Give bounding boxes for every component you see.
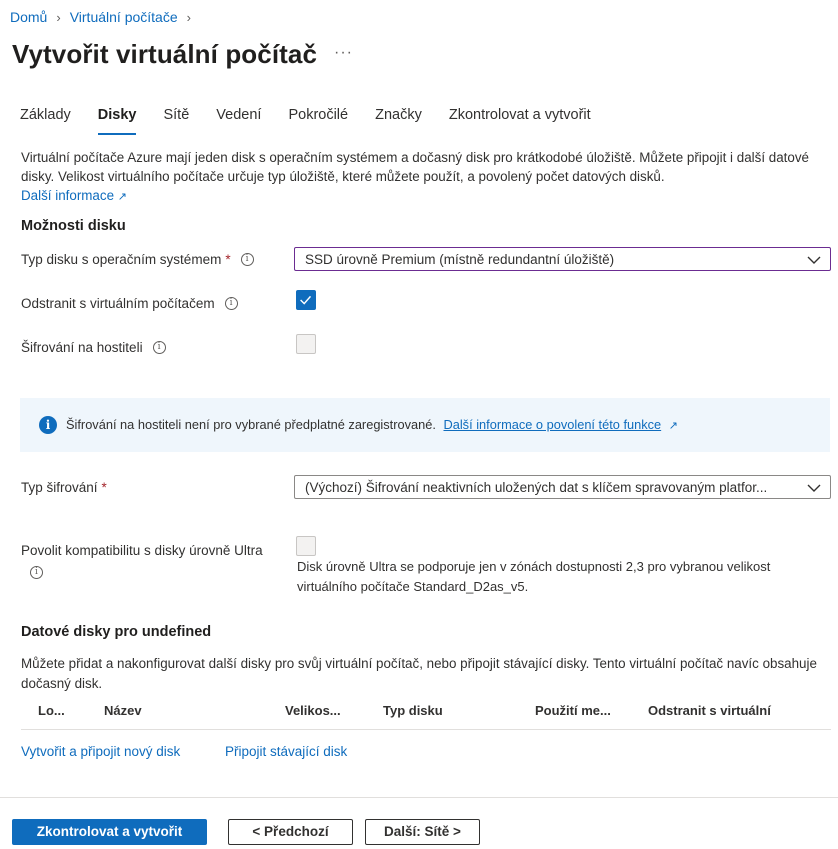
column-header-disk-type[interactable]: Typ disku bbox=[383, 703, 443, 718]
intro-description: Virtuální počítače Azure mají jeden disk… bbox=[21, 148, 821, 207]
data-disks-description: Můžete přidat a nakonfigurovat další dis… bbox=[21, 656, 817, 691]
page-title: Vytvořit virtuální počítač bbox=[12, 39, 318, 69]
delete-with-vm-checkbox[interactable] bbox=[296, 290, 316, 310]
review-create-button[interactable]: Zkontrolovat a vytvořit bbox=[12, 819, 207, 845]
encryption-type-dropdown[interactable]: (Výchozí) Šifrování neaktivních uloženýc… bbox=[294, 475, 831, 499]
info-icon[interactable]: i bbox=[240, 253, 254, 266]
chevron-right-icon: › bbox=[56, 9, 61, 25]
breadcrumb-home-link[interactable]: Domů bbox=[10, 9, 47, 25]
column-header-size[interactable]: Velikos... bbox=[285, 703, 341, 718]
checkmark-icon bbox=[300, 295, 312, 305]
data-disks-heading: Datové disky pro undefined bbox=[21, 624, 212, 640]
disk-options-heading: Možnosti disku bbox=[21, 218, 126, 234]
info-icon[interactable]: i bbox=[152, 341, 166, 354]
ultra-compat-label: Povolit kompatibilitu s disky úrovně Ult… bbox=[21, 543, 263, 579]
external-link-icon: ↗ bbox=[117, 191, 127, 203]
chevron-down-icon bbox=[807, 484, 821, 492]
breadcrumb-vms-link[interactable]: Virtuální počítače bbox=[70, 9, 178, 25]
column-header-host-caching[interactable]: Použití me... bbox=[535, 703, 611, 718]
tab-tags[interactable]: Značky bbox=[375, 107, 422, 135]
breadcrumb: Domů › Virtuální počítače › bbox=[10, 9, 200, 25]
info-circle-icon: i bbox=[39, 416, 57, 434]
learn-more-link[interactable]: Další informace ↗ bbox=[21, 188, 127, 203]
previous-button[interactable]: < Předchozí bbox=[228, 819, 353, 845]
host-encryption-checkbox[interactable] bbox=[296, 334, 316, 354]
tab-networking[interactable]: Sítě bbox=[163, 107, 189, 135]
chevron-down-icon bbox=[807, 256, 821, 264]
os-disk-type-label: Typ disku s operačním systémem * i bbox=[21, 252, 254, 267]
enable-feature-learn-more-link[interactable]: Další informace o povolení této funkce bbox=[443, 417, 661, 432]
column-header-lun[interactable]: Lo... bbox=[38, 703, 65, 718]
attach-existing-disk-link[interactable]: Připojit stávající disk bbox=[225, 744, 347, 759]
table-divider bbox=[21, 729, 831, 730]
os-disk-type-dropdown[interactable]: SSD úrovně Premium (místně redundantní ú… bbox=[294, 247, 831, 271]
info-icon[interactable]: i bbox=[224, 297, 238, 310]
info-icon[interactable]: i bbox=[30, 566, 43, 579]
tab-review-create[interactable]: Zkontrolovat a vytvořit bbox=[449, 107, 591, 135]
ultra-compat-note: Disk úrovně Ultra se podporuje jen v zón… bbox=[297, 559, 771, 594]
next-networking-button[interactable]: Další: Sítě > bbox=[365, 819, 480, 845]
create-attach-disk-link[interactable]: Vytvořit a připojit nový disk bbox=[21, 744, 180, 759]
delete-with-vm-label: Odstranit s virtuálním počítačem i bbox=[21, 296, 238, 311]
footer-divider bbox=[0, 797, 838, 798]
tab-basics[interactable]: Základy bbox=[20, 107, 71, 135]
chevron-right-icon: › bbox=[186, 9, 191, 25]
column-header-delete-with-vm[interactable]: Odstranit s virtuální bbox=[648, 703, 778, 718]
tab-bar: Základy Disky Sítě Vedení Pokročilé Znač… bbox=[20, 107, 618, 135]
column-header-name[interactable]: Název bbox=[104, 703, 142, 718]
tab-disks[interactable]: Disky bbox=[97, 107, 137, 135]
tab-advanced[interactable]: Pokročilé bbox=[288, 107, 348, 135]
info-banner: i Šifrování na hostiteli není pro vybran… bbox=[20, 398, 830, 452]
more-options-button[interactable]: ··· bbox=[334, 44, 353, 62]
host-encryption-label: Šifrování na hostiteli i bbox=[21, 340, 166, 355]
encryption-type-label: Typ šifrování * bbox=[21, 480, 107, 495]
banner-text: Šifrování na hostiteli není pro vybrané … bbox=[66, 417, 436, 432]
tab-management[interactable]: Vedení bbox=[216, 107, 261, 135]
intro-text: Virtuální počítače Azure mají jeden disk… bbox=[21, 150, 809, 184]
ultra-compat-checkbox[interactable] bbox=[296, 536, 316, 556]
external-link-icon: ↗ bbox=[668, 420, 678, 432]
